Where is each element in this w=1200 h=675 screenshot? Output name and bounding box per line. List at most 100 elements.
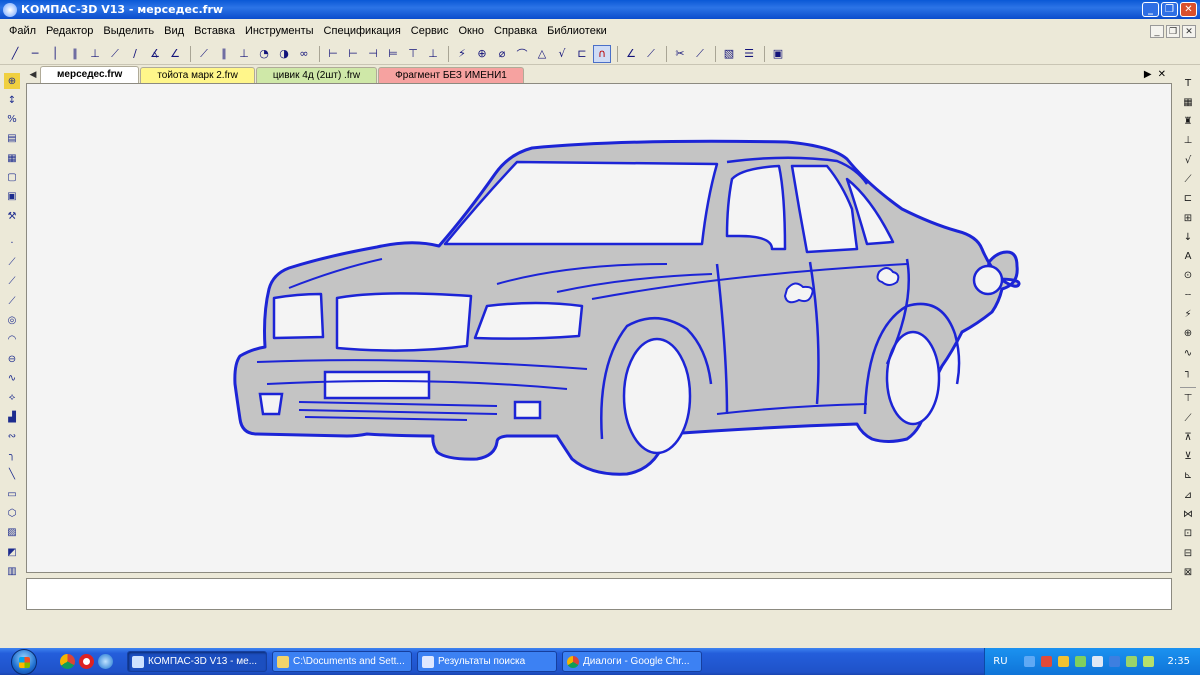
clock[interactable]: 2:35 xyxy=(1168,656,1190,667)
bezier-icon[interactable]: ∾ xyxy=(4,428,20,444)
menu-specification[interactable]: Спецификация xyxy=(319,25,406,37)
constraint-fix-icon[interactable]: ⟋ xyxy=(1180,410,1196,426)
segment-perpendicular-icon[interactable]: ⊥ xyxy=(235,45,253,63)
menu-libraries[interactable]: Библиотеки xyxy=(542,25,612,37)
menu-window[interactable]: Окно xyxy=(453,25,489,37)
horizontal-line-icon[interactable]: ─ xyxy=(26,45,44,63)
segment-tangent-icon[interactable]: ◔ xyxy=(255,45,273,63)
tab-close-icon[interactable]: ✕ xyxy=(1158,67,1166,83)
fillet-icon[interactable]: ╮ xyxy=(4,448,20,464)
point-icon[interactable]: · xyxy=(4,235,20,251)
snap-tangent-icon[interactable]: ⟋ xyxy=(642,45,660,63)
ie-quicklaunch-icon[interactable] xyxy=(98,654,113,669)
datum-icon[interactable]: ⊏ xyxy=(573,45,591,63)
constraint-symmetry-icon[interactable]: ⊟ xyxy=(1180,545,1196,561)
network-icon[interactable] xyxy=(1023,656,1035,667)
radial-dimension-icon[interactable]: ⊕ xyxy=(473,45,491,63)
dimension-linear-icon[interactable]: ⊢ xyxy=(324,45,342,63)
tangent-line-icon[interactable]: ⟋ xyxy=(106,45,124,63)
axis-icon[interactable]: ⊙ xyxy=(1180,268,1196,284)
break-line-icon[interactable]: ⚡ xyxy=(1180,307,1196,323)
language-indicator[interactable]: RU xyxy=(993,656,1007,667)
dimension-angle-icon[interactable]: ⊥ xyxy=(424,45,442,63)
maximize-button[interactable]: ❐ xyxy=(1161,2,1178,17)
doc-minimize-button[interactable]: _ xyxy=(1150,24,1164,38)
position-icon[interactable]: ⊏ xyxy=(1180,191,1196,207)
doc-close-button[interactable]: ✕ xyxy=(1182,24,1196,38)
menu-service[interactable]: Сервис xyxy=(406,25,454,37)
close-button[interactable]: ✕ xyxy=(1180,2,1197,17)
messenger-icon[interactable] xyxy=(1142,656,1154,667)
designations-panel-icon[interactable]: % xyxy=(4,112,20,128)
dimension-ordinate-icon[interactable]: ⊤ xyxy=(404,45,422,63)
bluetooth-icon[interactable] xyxy=(1108,656,1120,667)
select-panel-icon[interactable]: ▣ xyxy=(4,189,20,205)
polyline-icon[interactable]: ⟡ xyxy=(4,390,20,406)
magnet-snap-icon[interactable]: ⚡ xyxy=(453,45,471,63)
constraint-perp-icon[interactable]: ⊾ xyxy=(1180,468,1196,484)
parametrization-panel-icon[interactable]: ▦ xyxy=(4,150,20,166)
spec-panel-icon[interactable]: ⚒ xyxy=(4,208,20,224)
spline-icon[interactable]: ∿ xyxy=(4,370,20,386)
dimension-baseline-icon[interactable]: ⊣ xyxy=(364,45,382,63)
constraint-equal-icon[interactable]: ⊡ xyxy=(1180,526,1196,542)
line-segment-icon[interactable]: ⟋ xyxy=(4,293,20,309)
constraint-parallel-icon[interactable]: ⊻ xyxy=(1180,449,1196,465)
constraint-dimension-icon[interactable]: ⊠ xyxy=(1180,564,1196,580)
view-arrow-icon[interactable]: ↓ xyxy=(1180,229,1196,245)
contour-icon[interactable]: ▟ xyxy=(4,409,20,425)
segment-icon[interactable]: ⟋ xyxy=(195,45,213,63)
parallel-line-icon[interactable]: ∥ xyxy=(66,45,84,63)
tabs-scroll-right-icon[interactable]: ▶ xyxy=(1144,67,1152,83)
snap-angle-icon[interactable]: ∠ xyxy=(622,45,640,63)
section-icon[interactable]: A xyxy=(1180,249,1196,265)
antivirus-icon[interactable] xyxy=(1040,656,1052,667)
text-icon[interactable]: T xyxy=(1180,75,1196,91)
rectangle-icon[interactable]: ▭ xyxy=(4,486,20,502)
roughness-tool-icon[interactable]: √ xyxy=(1180,152,1196,168)
leader-icon[interactable]: ⟋ xyxy=(1180,171,1196,187)
roughness-icon[interactable]: √ xyxy=(553,45,571,63)
chrome-quicklaunch-icon[interactable] xyxy=(60,654,75,669)
drawing-canvas[interactable] xyxy=(26,83,1172,573)
tangent-two-curves-icon[interactable]: ∕ xyxy=(126,45,144,63)
tab-mercedes[interactable]: мерседес.frw xyxy=(40,66,140,83)
segment-tool-icon[interactable]: ⟋ xyxy=(4,274,20,290)
wavy-line-icon[interactable]: ∿ xyxy=(1180,345,1196,361)
arc-icon[interactable]: ◠ xyxy=(4,332,20,348)
trim-icon[interactable]: ✂ xyxy=(671,45,689,63)
table-icon[interactable]: ☰ xyxy=(740,45,758,63)
ellipse-icon[interactable]: ⊖ xyxy=(4,351,20,367)
safely-remove-icon[interactable] xyxy=(1125,656,1137,667)
minimize-button[interactable]: _ xyxy=(1142,2,1159,17)
tab-unnamed-fragment[interactable]: Фрагмент БЕЗ ИМЕНИ1 xyxy=(378,67,524,83)
display-icon[interactable] xyxy=(1074,656,1086,667)
magnet-icon[interactable]: ∩ xyxy=(593,44,611,63)
dimensions-panel-icon[interactable]: ↕ xyxy=(4,92,20,108)
constraint-vertical-icon[interactable]: ⊼ xyxy=(1180,429,1196,445)
task-explorer[interactable]: C:\Documents and Sett... xyxy=(272,651,412,672)
macro-icon[interactable]: ▥ xyxy=(4,563,20,579)
menu-tools[interactable]: Инструменты xyxy=(240,25,319,37)
volume-icon[interactable] xyxy=(1091,656,1103,667)
constraint-horizontal-icon[interactable]: ⊤ xyxy=(1180,391,1196,407)
diameter-dimension-icon[interactable]: ⌀ xyxy=(493,45,511,63)
menu-edit[interactable]: Редактор xyxy=(41,25,98,37)
properties-panel[interactable] xyxy=(26,578,1172,610)
bisector-icon[interactable]: ∡ xyxy=(146,45,164,63)
dimension-chain-icon[interactable]: ⊢ xyxy=(344,45,362,63)
circle-icon[interactable]: ◎ xyxy=(4,313,20,329)
tab-toyota[interactable]: тойота марк 2.frw xyxy=(140,67,255,83)
hatch-icon[interactable]: ▧ xyxy=(720,45,738,63)
update-icon[interactable] xyxy=(1057,656,1069,667)
measure-panel-icon[interactable]: ▢ xyxy=(4,169,20,185)
task-search-results[interactable]: Результаты поиска xyxy=(417,651,557,672)
lock-icon[interactable]: ♜ xyxy=(1180,114,1196,130)
aux-line-icon[interactable]: ⟋ xyxy=(4,255,20,271)
angle-icon[interactable]: ∠ xyxy=(166,45,184,63)
menu-insert[interactable]: Вставка xyxy=(189,25,240,37)
corner-icon[interactable]: ┐ xyxy=(1180,364,1196,380)
task-kompas[interactable]: КОМПАС-3D V13 - ме... xyxy=(127,651,267,672)
line-tool-icon[interactable]: ╱ xyxy=(6,45,24,63)
extend-icon[interactable]: ⟋ xyxy=(691,45,709,63)
